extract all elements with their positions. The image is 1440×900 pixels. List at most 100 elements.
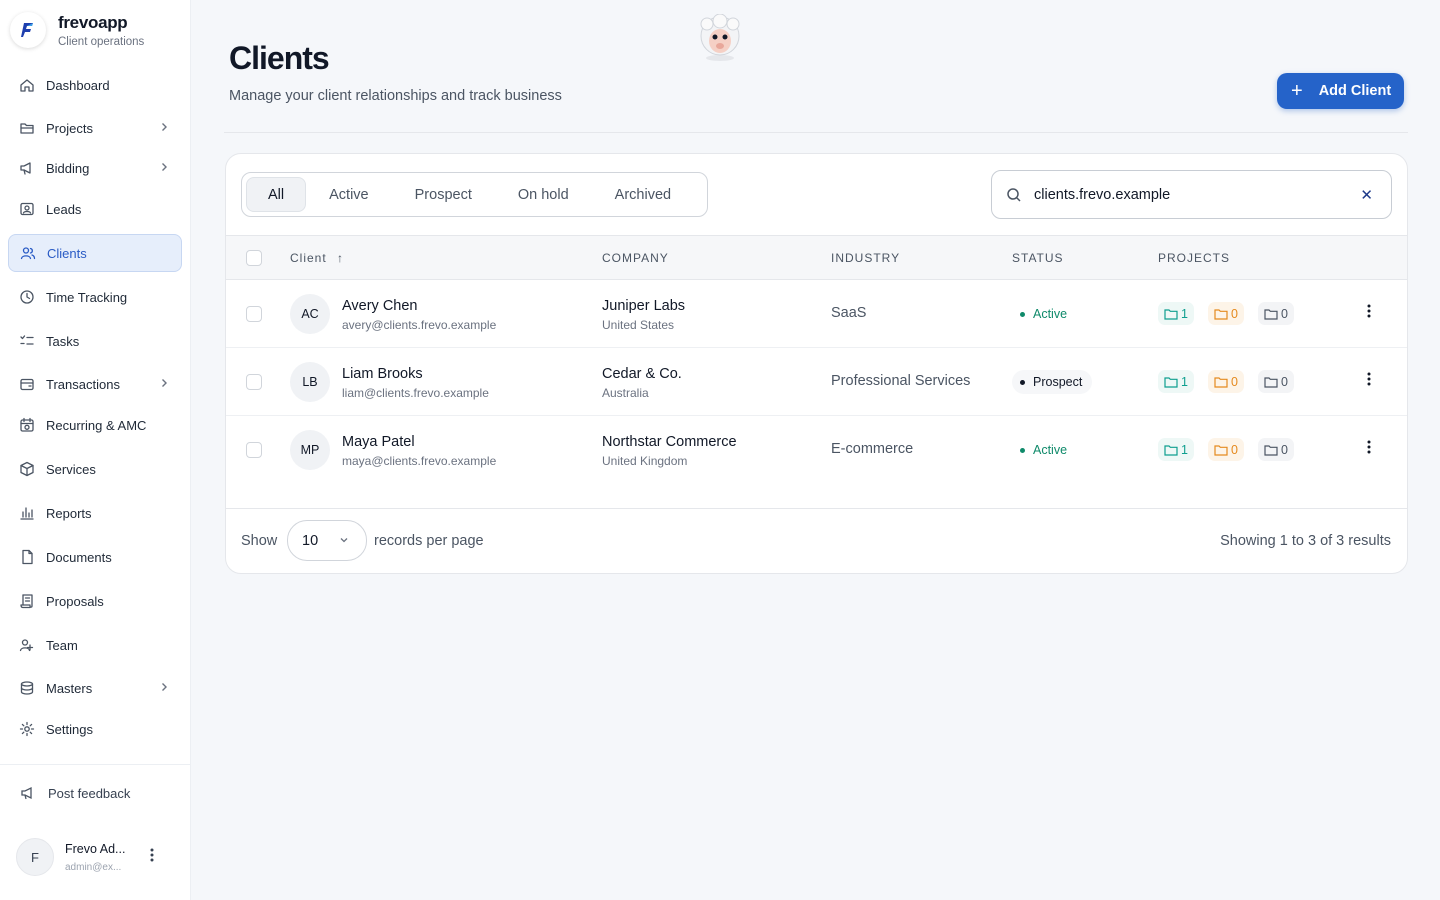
sidebar-item-proposals[interactable]: Proposals bbox=[8, 582, 182, 620]
column-client-header[interactable]: Client ↑ bbox=[290, 251, 344, 265]
projects-active-badge[interactable]: 1 bbox=[1158, 370, 1194, 393]
projects-done-badge[interactable]: 0 bbox=[1258, 370, 1294, 393]
projects-hold-badge[interactable]: 0 bbox=[1208, 370, 1244, 393]
client-email: maya@clients.frevo.example bbox=[342, 454, 497, 468]
sidebar-item-label: Time Tracking bbox=[46, 289, 128, 305]
tab-active[interactable]: Active bbox=[306, 177, 392, 212]
status-dot-icon bbox=[1020, 311, 1025, 317]
table-row[interactable]: MP Maya Patel maya@clients.frevo.example… bbox=[226, 416, 1407, 484]
company-country: United Kingdom bbox=[602, 454, 688, 468]
select-all-checkbox[interactable] bbox=[246, 250, 262, 266]
table-row[interactable]: LB Liam Brooks liam@clients.frevo.exampl… bbox=[226, 348, 1407, 416]
sheep-mascot-icon bbox=[693, 13, 747, 64]
tab-all[interactable]: All bbox=[246, 177, 307, 212]
results-summary: Showing 1 to 3 of 3 results bbox=[1220, 533, 1391, 549]
search-input[interactable] bbox=[1034, 186, 1344, 203]
sidebar-item-settings[interactable]: Settings bbox=[8, 710, 182, 748]
calendar-repeat-icon bbox=[18, 416, 36, 434]
folder-icon bbox=[1264, 444, 1281, 456]
company-country: United States bbox=[602, 318, 675, 332]
projects-hold-count: 0 bbox=[1231, 306, 1238, 321]
sidebar-item-projects[interactable]: Projects bbox=[8, 109, 182, 147]
sidebar-item-clients[interactable]: Clients bbox=[8, 234, 182, 272]
gear-icon bbox=[18, 720, 36, 738]
sidebar-item-tasks[interactable]: Tasks bbox=[8, 322, 182, 360]
row-checkbox[interactable] bbox=[246, 442, 262, 458]
footer-divider bbox=[226, 508, 1407, 509]
company-name: Juniper Labs bbox=[602, 298, 686, 314]
sidebar-item-recurring-and-amc[interactable]: Recurring & AMC bbox=[8, 406, 182, 444]
more-vertical-icon[interactable] bbox=[1367, 304, 1371, 323]
search-box[interactable]: ✕ bbox=[991, 170, 1392, 219]
sidebar-item-masters[interactable]: Masters bbox=[8, 669, 182, 707]
sidebar-item-label: Leads bbox=[46, 201, 82, 217]
client-name[interactable]: Avery Chen bbox=[342, 298, 418, 314]
sidebar-item-label: Team bbox=[46, 637, 78, 653]
table-row[interactable]: AC Avery Chen avery@clients.frevo.exampl… bbox=[226, 280, 1407, 348]
more-vertical-icon[interactable] bbox=[1367, 372, 1371, 391]
clear-search-icon[interactable]: ✕ bbox=[1360, 186, 1373, 204]
avatar: F bbox=[16, 838, 54, 876]
row-checkbox[interactable] bbox=[246, 374, 262, 390]
status-dot-icon bbox=[1020, 379, 1025, 385]
status-label: Active bbox=[1033, 307, 1068, 321]
folder-icon bbox=[1164, 444, 1181, 456]
search-icon bbox=[1006, 187, 1022, 203]
tab-prospect[interactable]: Prospect bbox=[392, 177, 495, 212]
row-checkbox[interactable] bbox=[246, 306, 262, 322]
megaphone-icon bbox=[18, 159, 36, 177]
sidebar-item-reports[interactable]: Reports bbox=[8, 494, 182, 532]
company-name: Northstar Commerce bbox=[602, 434, 737, 450]
sidebar-divider bbox=[0, 764, 190, 765]
sidebar: frevoapp Client operations Dashboard Proj… bbox=[0, 0, 191, 900]
sidebar-item-time-tracking[interactable]: Time Tracking bbox=[8, 278, 182, 316]
column-client-label: Client bbox=[290, 251, 327, 265]
more-vertical-icon[interactable] bbox=[1367, 440, 1371, 459]
more-vertical-icon[interactable] bbox=[150, 848, 154, 867]
projects-active-count: 1 bbox=[1181, 374, 1188, 389]
column-projects-header: PROJECTS bbox=[1158, 251, 1231, 265]
projects-active-badge[interactable]: 1 bbox=[1158, 438, 1194, 461]
projects-active-badge[interactable]: 1 bbox=[1158, 302, 1194, 325]
folder-open-icon bbox=[18, 119, 36, 137]
plus-icon: + bbox=[1291, 80, 1303, 102]
sidebar-item-team[interactable]: Team bbox=[8, 626, 182, 664]
user-profile[interactable]: F Frevo Ad... admin@ex... bbox=[16, 838, 176, 876]
folder-icon bbox=[1214, 376, 1231, 388]
sidebar-item-dashboard[interactable]: Dashboard bbox=[8, 66, 182, 104]
post-feedback-button[interactable]: Post feedback bbox=[20, 784, 130, 802]
column-status-header: STATUS bbox=[1012, 251, 1064, 265]
brand[interactable]: frevoapp Client operations bbox=[10, 12, 144, 48]
avatar: AC bbox=[290, 294, 330, 334]
column-company-header: COMPANY bbox=[602, 251, 669, 265]
projects-done-badge[interactable]: 0 bbox=[1258, 302, 1294, 325]
per-page-value: 10 bbox=[302, 532, 319, 549]
projects-hold-count: 0 bbox=[1231, 442, 1238, 457]
folder-icon bbox=[1214, 308, 1231, 320]
projects-hold-badge[interactable]: 0 bbox=[1208, 438, 1244, 461]
brand-logo-icon bbox=[10, 12, 46, 48]
chevron-right-icon bbox=[158, 681, 170, 696]
per-page-select[interactable]: 10 bbox=[287, 520, 367, 561]
sidebar-item-label: Dashboard bbox=[46, 77, 110, 93]
per-page-label: records per page bbox=[374, 533, 484, 549]
tab-archived[interactable]: Archived bbox=[592, 177, 694, 212]
sidebar-item-bidding[interactable]: Bidding bbox=[8, 149, 182, 187]
add-client-button[interactable]: + Add Client bbox=[1277, 73, 1404, 109]
client-name[interactable]: Maya Patel bbox=[342, 434, 415, 450]
client-name[interactable]: Liam Brooks bbox=[342, 366, 423, 382]
projects-done-badge[interactable]: 0 bbox=[1258, 438, 1294, 461]
sidebar-item-services[interactable]: Services bbox=[8, 450, 182, 488]
projects-hold-badge[interactable]: 0 bbox=[1208, 302, 1244, 325]
sidebar-item-label: Clients bbox=[47, 245, 87, 261]
database-icon bbox=[18, 679, 36, 697]
sidebar-item-transactions[interactable]: Transactions bbox=[8, 365, 182, 403]
folder-icon bbox=[1264, 376, 1281, 388]
projects-done-count: 0 bbox=[1281, 374, 1288, 389]
sidebar-item-label: Recurring & AMC bbox=[46, 417, 147, 433]
avatar: LB bbox=[290, 362, 330, 402]
post-feedback-label: Post feedback bbox=[48, 785, 131, 801]
sidebar-item-leads[interactable]: Leads bbox=[8, 190, 182, 228]
sidebar-item-documents[interactable]: Documents bbox=[8, 538, 182, 576]
tab-on-hold[interactable]: On hold bbox=[495, 177, 592, 212]
